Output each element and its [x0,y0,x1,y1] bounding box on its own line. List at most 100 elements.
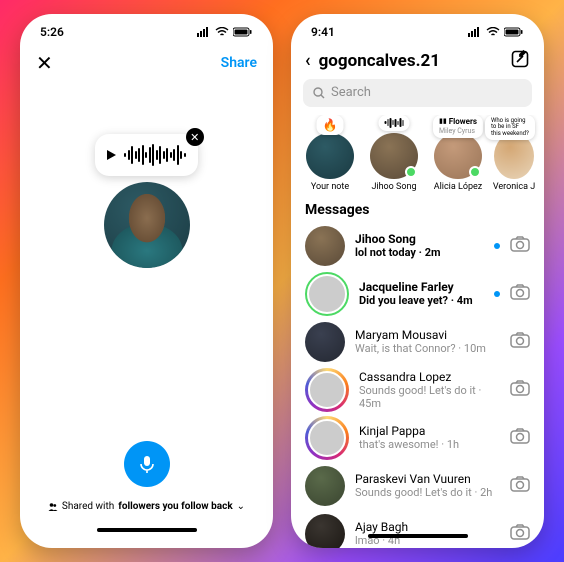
search-placeholder: Search [331,85,371,100]
record-button[interactable] [124,441,170,487]
search-input[interactable]: Search [303,79,532,107]
search-wrap: Search [291,79,544,115]
tray-label: Your note [311,182,349,192]
status-indicators [468,27,524,37]
note-text: Who is going to be in SF this weekend? [491,118,529,138]
chevron-down-icon: ⌄ [237,501,245,512]
conversation-name: Ajay Bagh [355,520,500,534]
inbox-header: ‹ gogoncalves.21 [291,43,544,78]
tray-label: Jihoo Song [371,182,416,192]
audio-note-bubble[interactable]: ✕ [95,134,198,176]
camera-icon[interactable] [510,428,530,448]
avatar [370,133,418,180]
camera-icon[interactable] [510,380,530,400]
note-bubble: ▮▮Flowers Miley Cyrus [433,115,483,138]
status-indicators [197,27,253,37]
note-compose-area: ✕ [20,80,273,441]
music-icon: ▮▮ [439,118,447,125]
conversation-preview: lol not today · 2m [355,246,484,259]
note-header: ✕ Share [20,44,273,80]
avatar: Who is going to be in SF this weekend? [494,133,534,180]
conversation-name: Jacqueline Farley [359,280,484,294]
audience-selector[interactable]: Shared with followers you follow back ⌄ [48,501,245,512]
story-ring [305,368,349,412]
conversation-row[interactable]: Maryam Mousavi Wait, is that Connor? · 1… [291,318,544,366]
conversation-row[interactable]: Ajay Bagh lmao · 4h [291,510,544,548]
section-header: Messages [291,200,544,222]
tray-item[interactable]: Jihoo Song [365,133,423,192]
close-icon[interactable]: ✕ [36,51,53,75]
avatar [309,276,345,312]
tray-item-your-note[interactable]: 🔥 Your note [301,133,359,192]
message-list[interactable]: Jihoo Song lol not today · 2m Jacqueline… [291,222,544,548]
online-indicator [405,166,417,178]
note-footer: Shared with followers you follow back ⌄ [20,441,273,548]
cellular-icon [468,27,482,37]
conversation-row[interactable]: Jihoo Song lol not today · 2m [291,222,544,270]
note-title: Flowers [449,118,477,126]
wifi-icon [215,27,229,37]
conversation-preview: Wait, is that Connor? · 10m [355,342,500,355]
conversation-row[interactable]: Cassandra Lopez Sounds good! Let's do it… [291,366,544,414]
remove-note-icon[interactable]: ✕ [186,128,204,146]
conversation-name: Kinjal Pappa [359,424,500,438]
close-friend-ring [305,272,349,316]
conversation-name: Cassandra Lopez [359,370,500,384]
status-time: 9:41 [311,25,335,39]
unread-indicator [494,243,500,249]
avatar [308,419,346,457]
cellular-icon [197,27,211,37]
conversation-preview: Sounds good! Let's do it · 45m [359,384,500,410]
audience-prefix: Shared with [62,501,114,512]
waveform-icon [124,144,186,166]
status-time: 5:26 [40,25,64,39]
conversation-preview: Sounds good! Let's do it · 2h [355,486,500,499]
conversation-row[interactable]: Paraskevi Van Vuuren Sounds good! Let's … [291,462,544,510]
home-indicator [97,528,197,532]
note-bubble: Who is going to be in SF this weekend? [485,115,535,141]
battery-icon [504,27,524,37]
tray-label: Veronica J [493,182,535,192]
avatar [305,466,345,506]
conversation-preview: Did you leave yet? · 4m [359,294,484,307]
battery-icon [233,27,253,37]
conversation-row[interactable]: Jacqueline Farley Did you leave yet? · 4… [291,270,544,318]
avatar [305,322,345,362]
camera-icon[interactable] [510,284,530,304]
waveform-icon [385,118,404,128]
conversation-name: Jihoo Song [355,232,484,246]
share-button[interactable]: Share [221,55,257,71]
unread-indicator [494,291,500,297]
avatar: ▮▮Flowers Miley Cyrus [434,133,482,180]
tray-label: Alicia López [434,182,483,192]
notes-tray[interactable]: 🔥 Your note Jihoo Song ▮▮Flowers Miley C… [291,115,544,200]
camera-icon[interactable] [510,236,530,256]
avatar [308,371,346,409]
avatar: 🔥 [306,133,354,180]
camera-icon[interactable] [510,476,530,496]
note-subtitle: Miley Cyrus [439,128,475,135]
user-avatar [104,182,190,268]
phone-left: 5:26 ✕ Share ✕ Shared with followers you… [20,14,273,548]
play-icon[interactable] [107,150,116,160]
tray-item[interactable]: Who is going to be in SF this weekend? V… [493,133,535,192]
compose-icon[interactable] [510,49,530,73]
audience-value: followers you follow back [118,501,232,512]
account-username[interactable]: gogoncalves.21 [319,51,502,71]
note-bubble [379,115,410,131]
phone-right: 9:41 ‹ gogoncalves.21 Search 🔥 Your note [291,14,544,548]
back-icon[interactable]: ‹ [305,50,311,71]
avatar [305,226,345,266]
camera-icon[interactable] [510,332,530,352]
tray-item[interactable]: ▮▮Flowers Miley Cyrus Alicia López [429,133,487,192]
avatar [305,514,345,548]
home-indicator [368,534,468,538]
story-ring [305,416,349,460]
people-icon [48,502,58,512]
camera-icon[interactable] [510,524,530,544]
wifi-icon [486,27,500,37]
note-bubble: 🔥 [317,115,344,135]
conversation-row[interactable]: Kinjal Pappa that's awesome! · 1h [291,414,544,462]
fire-icon: 🔥 [323,118,338,132]
online-indicator [469,166,481,178]
